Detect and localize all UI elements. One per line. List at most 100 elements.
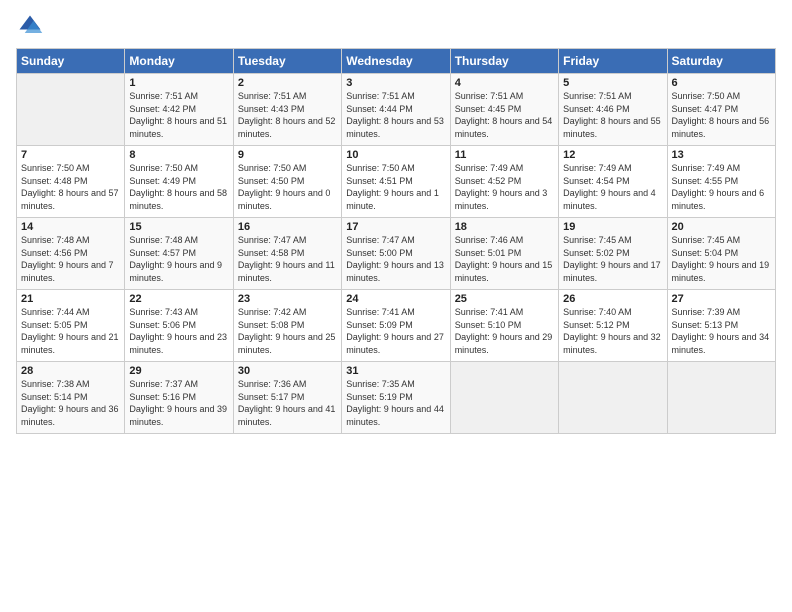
calendar-week-row: 14 Sunrise: 7:48 AMSunset: 4:56 PMDaylig… <box>17 218 776 290</box>
day-number: 10 <box>346 149 445 161</box>
day-info: Sunrise: 7:49 AMSunset: 4:55 PMDaylight:… <box>672 162 771 212</box>
day-info: Sunrise: 7:48 AMSunset: 4:56 PMDaylight:… <box>21 234 120 284</box>
day-number: 7 <box>21 149 120 161</box>
day-info: Sunrise: 7:49 AMSunset: 4:54 PMDaylight:… <box>563 162 662 212</box>
day-info: Sunrise: 7:47 AMSunset: 5:00 PMDaylight:… <box>346 234 445 284</box>
calendar-cell: 30 Sunrise: 7:36 AMSunset: 5:17 PMDaylig… <box>233 362 341 434</box>
logo-icon <box>16 12 44 40</box>
day-number: 28 <box>21 365 120 377</box>
calendar-cell: 16 Sunrise: 7:47 AMSunset: 4:58 PMDaylig… <box>233 218 341 290</box>
day-info: Sunrise: 7:50 AMSunset: 4:50 PMDaylight:… <box>238 162 337 212</box>
day-number: 4 <box>455 77 554 89</box>
calendar-header-wednesday: Wednesday <box>342 49 450 74</box>
day-info: Sunrise: 7:47 AMSunset: 4:58 PMDaylight:… <box>238 234 337 284</box>
day-info: Sunrise: 7:51 AMSunset: 4:43 PMDaylight:… <box>238 90 337 140</box>
day-info: Sunrise: 7:51 AMSunset: 4:42 PMDaylight:… <box>129 90 228 140</box>
calendar-cell: 7 Sunrise: 7:50 AMSunset: 4:48 PMDayligh… <box>17 146 125 218</box>
calendar-cell: 25 Sunrise: 7:41 AMSunset: 5:10 PMDaylig… <box>450 290 558 362</box>
calendar-cell <box>667 362 775 434</box>
calendar-cell: 1 Sunrise: 7:51 AMSunset: 4:42 PMDayligh… <box>125 74 233 146</box>
day-info: Sunrise: 7:37 AMSunset: 5:16 PMDaylight:… <box>129 378 228 428</box>
day-info: Sunrise: 7:50 AMSunset: 4:49 PMDaylight:… <box>129 162 228 212</box>
day-info: Sunrise: 7:46 AMSunset: 5:01 PMDaylight:… <box>455 234 554 284</box>
logo <box>16 12 48 40</box>
calendar-cell: 10 Sunrise: 7:50 AMSunset: 4:51 PMDaylig… <box>342 146 450 218</box>
calendar-header-sunday: Sunday <box>17 49 125 74</box>
day-number: 17 <box>346 221 445 233</box>
day-info: Sunrise: 7:50 AMSunset: 4:47 PMDaylight:… <box>672 90 771 140</box>
calendar-cell: 18 Sunrise: 7:46 AMSunset: 5:01 PMDaylig… <box>450 218 558 290</box>
calendar-cell: 22 Sunrise: 7:43 AMSunset: 5:06 PMDaylig… <box>125 290 233 362</box>
calendar-cell: 13 Sunrise: 7:49 AMSunset: 4:55 PMDaylig… <box>667 146 775 218</box>
day-number: 23 <box>238 293 337 305</box>
calendar-header-tuesday: Tuesday <box>233 49 341 74</box>
calendar-cell: 26 Sunrise: 7:40 AMSunset: 5:12 PMDaylig… <box>559 290 667 362</box>
day-info: Sunrise: 7:43 AMSunset: 5:06 PMDaylight:… <box>129 306 228 356</box>
day-number: 12 <box>563 149 662 161</box>
day-info: Sunrise: 7:45 AMSunset: 5:02 PMDaylight:… <box>563 234 662 284</box>
day-number: 27 <box>672 293 771 305</box>
day-number: 21 <box>21 293 120 305</box>
calendar-cell: 23 Sunrise: 7:42 AMSunset: 5:08 PMDaylig… <box>233 290 341 362</box>
day-number: 30 <box>238 365 337 377</box>
day-number: 9 <box>238 149 337 161</box>
calendar-week-row: 28 Sunrise: 7:38 AMSunset: 5:14 PMDaylig… <box>17 362 776 434</box>
day-number: 19 <box>563 221 662 233</box>
day-info: Sunrise: 7:42 AMSunset: 5:08 PMDaylight:… <box>238 306 337 356</box>
day-number: 13 <box>672 149 771 161</box>
day-number: 20 <box>672 221 771 233</box>
calendar-week-row: 1 Sunrise: 7:51 AMSunset: 4:42 PMDayligh… <box>17 74 776 146</box>
calendar-header-friday: Friday <box>559 49 667 74</box>
header <box>16 12 776 40</box>
day-info: Sunrise: 7:51 AMSunset: 4:46 PMDaylight:… <box>563 90 662 140</box>
calendar-cell <box>17 74 125 146</box>
calendar-cell: 6 Sunrise: 7:50 AMSunset: 4:47 PMDayligh… <box>667 74 775 146</box>
calendar-cell: 29 Sunrise: 7:37 AMSunset: 5:16 PMDaylig… <box>125 362 233 434</box>
calendar-cell <box>559 362 667 434</box>
day-number: 11 <box>455 149 554 161</box>
day-number: 14 <box>21 221 120 233</box>
day-number: 22 <box>129 293 228 305</box>
day-info: Sunrise: 7:38 AMSunset: 5:14 PMDaylight:… <box>21 378 120 428</box>
day-number: 25 <box>455 293 554 305</box>
day-info: Sunrise: 7:39 AMSunset: 5:13 PMDaylight:… <box>672 306 771 356</box>
day-number: 26 <box>563 293 662 305</box>
day-number: 18 <box>455 221 554 233</box>
calendar-header-thursday: Thursday <box>450 49 558 74</box>
calendar-cell: 2 Sunrise: 7:51 AMSunset: 4:43 PMDayligh… <box>233 74 341 146</box>
day-number: 6 <box>672 77 771 89</box>
day-info: Sunrise: 7:44 AMSunset: 5:05 PMDaylight:… <box>21 306 120 356</box>
calendar-cell: 27 Sunrise: 7:39 AMSunset: 5:13 PMDaylig… <box>667 290 775 362</box>
calendar-header-saturday: Saturday <box>667 49 775 74</box>
calendar-week-row: 21 Sunrise: 7:44 AMSunset: 5:05 PMDaylig… <box>17 290 776 362</box>
day-info: Sunrise: 7:35 AMSunset: 5:19 PMDaylight:… <box>346 378 445 428</box>
day-number: 15 <box>129 221 228 233</box>
calendar-cell: 19 Sunrise: 7:45 AMSunset: 5:02 PMDaylig… <box>559 218 667 290</box>
calendar-cell: 12 Sunrise: 7:49 AMSunset: 4:54 PMDaylig… <box>559 146 667 218</box>
day-number: 1 <box>129 77 228 89</box>
calendar-cell: 8 Sunrise: 7:50 AMSunset: 4:49 PMDayligh… <box>125 146 233 218</box>
calendar-cell: 4 Sunrise: 7:51 AMSunset: 4:45 PMDayligh… <box>450 74 558 146</box>
page: SundayMondayTuesdayWednesdayThursdayFrid… <box>0 0 792 612</box>
day-info: Sunrise: 7:49 AMSunset: 4:52 PMDaylight:… <box>455 162 554 212</box>
day-number: 29 <box>129 365 228 377</box>
calendar-cell: 31 Sunrise: 7:35 AMSunset: 5:19 PMDaylig… <box>342 362 450 434</box>
day-info: Sunrise: 7:41 AMSunset: 5:09 PMDaylight:… <box>346 306 445 356</box>
calendar-cell: 11 Sunrise: 7:49 AMSunset: 4:52 PMDaylig… <box>450 146 558 218</box>
day-number: 31 <box>346 365 445 377</box>
day-info: Sunrise: 7:50 AMSunset: 4:48 PMDaylight:… <box>21 162 120 212</box>
day-info: Sunrise: 7:45 AMSunset: 5:04 PMDaylight:… <box>672 234 771 284</box>
calendar-header-row: SundayMondayTuesdayWednesdayThursdayFrid… <box>17 49 776 74</box>
calendar-cell: 20 Sunrise: 7:45 AMSunset: 5:04 PMDaylig… <box>667 218 775 290</box>
day-number: 16 <box>238 221 337 233</box>
calendar-cell: 28 Sunrise: 7:38 AMSunset: 5:14 PMDaylig… <box>17 362 125 434</box>
calendar-table: SundayMondayTuesdayWednesdayThursdayFrid… <box>16 48 776 434</box>
day-info: Sunrise: 7:48 AMSunset: 4:57 PMDaylight:… <box>129 234 228 284</box>
calendar-cell: 21 Sunrise: 7:44 AMSunset: 5:05 PMDaylig… <box>17 290 125 362</box>
day-info: Sunrise: 7:41 AMSunset: 5:10 PMDaylight:… <box>455 306 554 356</box>
calendar-cell: 9 Sunrise: 7:50 AMSunset: 4:50 PMDayligh… <box>233 146 341 218</box>
day-number: 2 <box>238 77 337 89</box>
calendar-header-monday: Monday <box>125 49 233 74</box>
day-info: Sunrise: 7:51 AMSunset: 4:44 PMDaylight:… <box>346 90 445 140</box>
calendar-cell: 17 Sunrise: 7:47 AMSunset: 5:00 PMDaylig… <box>342 218 450 290</box>
